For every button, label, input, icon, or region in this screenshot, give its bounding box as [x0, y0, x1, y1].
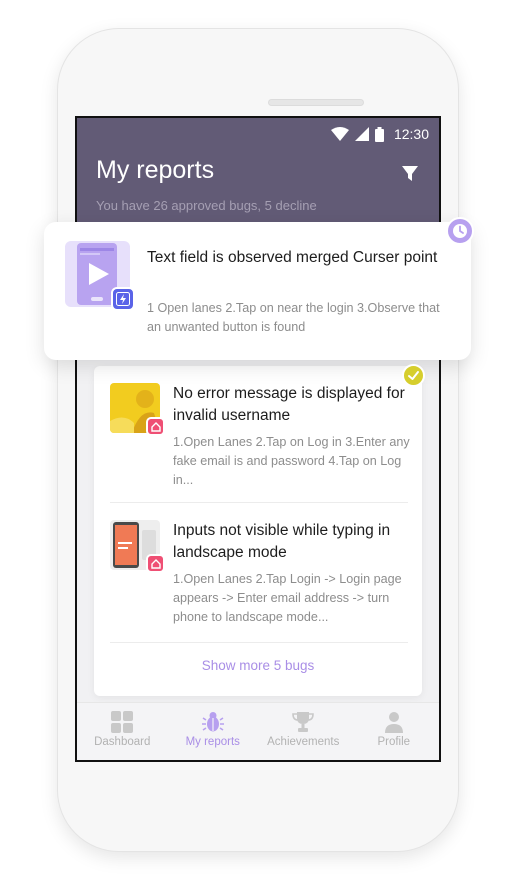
bug-badge [146, 554, 165, 573]
dashboard-icon [111, 711, 134, 733]
phone-speaker [268, 99, 364, 106]
list-item[interactable]: Inputs not visible while typing in lands… [110, 520, 408, 630]
page-title: My reports [96, 156, 215, 184]
bug-icon [201, 712, 224, 732]
profile-icon [384, 712, 403, 733]
nav-label: Profile [377, 736, 411, 748]
page-subtitle: You have 26 approved bugs, 5 decline [96, 198, 317, 213]
report-title: Inputs not visible while typing in lands… [173, 522, 391, 561]
lightning-icon [116, 292, 130, 306]
nav-item-dashboard[interactable]: Dashboard [77, 703, 168, 760]
bottom-nav: Dashboard My reports Achievements Profil… [77, 702, 439, 760]
report-description: 1.Open Lanes 2.Tap Login -> Login page a… [173, 572, 402, 624]
wifi-icon [330, 127, 349, 141]
app-screen: 12:30 My reports You have 26 approved bu… [75, 116, 441, 762]
show-more-button[interactable]: Show more 5 bugs [94, 658, 422, 673]
bug-type-icon [150, 421, 161, 432]
divider [110, 642, 408, 643]
divider [110, 502, 408, 503]
nav-item-profile[interactable]: Profile [349, 703, 440, 760]
reports-list-card: No error message is displayed for invali… [94, 366, 422, 696]
pending-status-badge [446, 217, 474, 245]
status-bar: 12:30 [330, 124, 429, 144]
battery-icon [374, 126, 384, 142]
highlighted-report-card[interactable]: Text field is observed merged Curser poi… [44, 222, 471, 360]
status-time: 12:30 [393, 126, 429, 142]
report-description: 1.Open Lanes 2.Tap on Log in 3.Enter any… [173, 435, 410, 487]
clock-icon [453, 224, 467, 238]
app-badge [111, 287, 135, 311]
nav-label: My reports [185, 736, 240, 748]
filter-icon[interactable] [401, 165, 419, 183]
bug-badge [146, 417, 165, 436]
nav-item-my-reports[interactable]: My reports [168, 703, 259, 760]
nav-label: Achievements [267, 736, 340, 748]
list-item[interactable]: No error message is displayed for invali… [110, 383, 410, 493]
checkmark-icon [408, 371, 419, 380]
nav-label: Dashboard [94, 736, 151, 748]
nav-item-achievements[interactable]: Achievements [258, 703, 349, 760]
bug-type-icon [150, 558, 161, 569]
trophy-icon [292, 712, 315, 732]
approved-status-badge [402, 364, 425, 387]
signal-icon [354, 127, 369, 141]
report-title: Text field is observed merged Curser poi… [147, 249, 438, 266]
report-title: No error message is displayed for invali… [173, 385, 405, 424]
report-description: 1 Open lanes 2.Tap on near the login 3.O… [147, 301, 440, 334]
